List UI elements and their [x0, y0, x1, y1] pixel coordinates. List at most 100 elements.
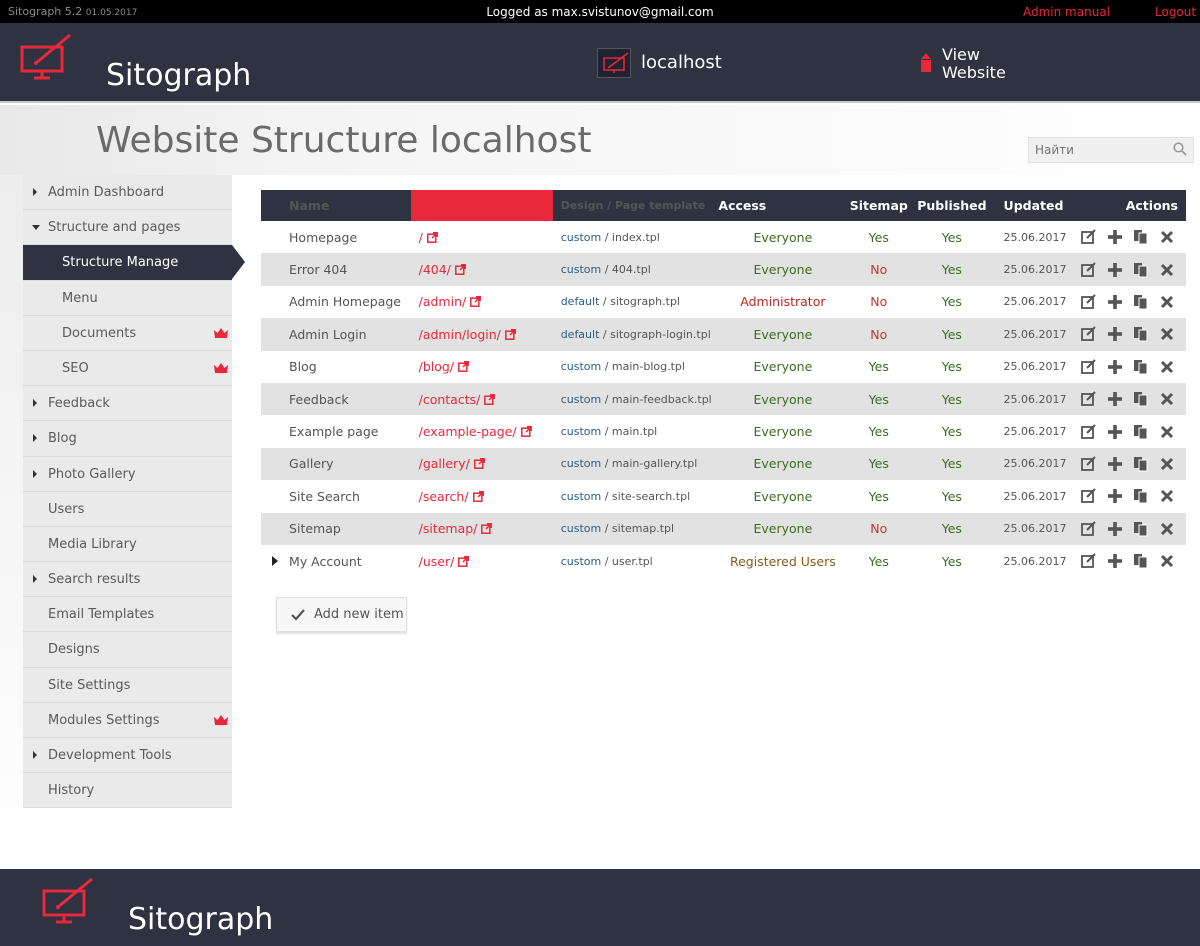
- header-updated[interactable]: Updated: [994, 190, 1080, 221]
- add-child-icon[interactable]: [1106, 390, 1124, 408]
- sidebar-item-blog[interactable]: Blog: [23, 421, 232, 457]
- copy-icon[interactable]: [1132, 293, 1150, 311]
- external-link-icon[interactable]: [520, 426, 532, 437]
- delete-icon[interactable]: [1158, 293, 1176, 311]
- url-link[interactable]: /admin/login/: [419, 327, 501, 342]
- delete-icon[interactable]: [1158, 487, 1176, 505]
- edit-icon[interactable]: [1080, 228, 1098, 246]
- sidebar-item-email-templates[interactable]: Email Templates: [23, 597, 232, 633]
- copy-icon[interactable]: [1132, 325, 1150, 343]
- sidebar-item-photo-gallery[interactable]: Photo Gallery: [23, 456, 232, 492]
- table-row[interactable]: My Account/user/custom / user.tpl Registe…: [261, 545, 1186, 577]
- url-link[interactable]: /example-page/: [419, 424, 517, 439]
- copy-icon[interactable]: [1132, 552, 1150, 570]
- cell-name[interactable]: Blog: [289, 351, 411, 383]
- add-child-icon[interactable]: [1106, 487, 1124, 505]
- delete-icon[interactable]: [1158, 520, 1176, 538]
- delete-icon[interactable]: [1158, 390, 1176, 408]
- add-child-icon[interactable]: [1106, 293, 1124, 311]
- logo[interactable]: Sitograph: [20, 33, 251, 93]
- add-child-icon[interactable]: [1106, 455, 1124, 473]
- add-child-icon[interactable]: [1106, 423, 1124, 441]
- edit-icon[interactable]: [1080, 423, 1098, 441]
- sidebar-item-media-library[interactable]: Media Library: [23, 526, 232, 563]
- cell-name[interactable]: Homepage: [289, 221, 411, 253]
- table-row[interactable]: Gallery/gallery/custom / main-gallery.tp…: [261, 447, 1186, 481]
- external-link-icon[interactable]: [473, 458, 485, 470]
- table-row[interactable]: Feedback/contacts/custom / main-feedback…: [261, 382, 1186, 416]
- external-link-icon[interactable]: [458, 555, 470, 567]
- sidebar-item-menu[interactable]: Menu: [23, 280, 232, 316]
- add-child-icon[interactable]: [1106, 228, 1124, 246]
- table-row[interactable]: Homepage / custom / index.tpl Everyone Yes Ye…: [261, 221, 1186, 253]
- sidebar-item-documents[interactable]: Documents: [23, 315, 232, 351]
- cell-name[interactable]: My Account: [289, 545, 411, 577]
- add-child-icon[interactable]: [1106, 325, 1124, 343]
- footer-logo[interactable]: Sitograph: [42, 877, 273, 937]
- url-link[interactable]: /blog/: [419, 359, 454, 374]
- table-row[interactable]: Blog/blog/custom / main-blog.tpl Everyone…: [261, 351, 1186, 383]
- header-template[interactable]: Design / Page template: [553, 190, 719, 221]
- copy-icon[interactable]: [1132, 487, 1150, 505]
- delete-icon[interactable]: [1158, 261, 1176, 279]
- add-child-icon[interactable]: [1106, 261, 1124, 279]
- cell-name[interactable]: Admin Login: [289, 318, 411, 350]
- delete-icon[interactable]: [1158, 455, 1176, 473]
- table-row[interactable]: Error 404/404/custom / 404.tpl Everyone No…: [261, 253, 1186, 286]
- sidebar-item-feedback[interactable]: Feedback: [23, 386, 232, 422]
- add-child-icon[interactable]: [1106, 552, 1124, 570]
- sidebar-item-search-results[interactable]: Search results: [23, 562, 232, 598]
- edit-icon[interactable]: [1080, 261, 1098, 279]
- edit-icon[interactable]: [1080, 487, 1098, 505]
- edit-icon[interactable]: [1080, 552, 1098, 570]
- sidebar-item-admin-dashboard[interactable]: Admin Dashboard: [23, 175, 232, 211]
- copy-icon[interactable]: [1132, 358, 1150, 376]
- external-link-icon[interactable]: [472, 490, 484, 502]
- edit-icon[interactable]: [1080, 293, 1098, 311]
- sidebar-item-structure-manage[interactable]: Structure Manage: [23, 245, 245, 281]
- sidebar-item-modules-settings[interactable]: Modules Settings: [23, 702, 232, 738]
- external-link-icon[interactable]: [458, 361, 469, 373]
- expand-row-icon[interactable]: [272, 555, 279, 566]
- external-link-icon[interactable]: [470, 296, 482, 308]
- table-row[interactable]: Sitemap/sitemap/custom / sitemap.tpl Ever…: [261, 512, 1186, 545]
- search-icon[interactable]: [1173, 142, 1187, 156]
- delete-icon[interactable]: [1158, 228, 1176, 246]
- view-website-link[interactable]: View Website: [942, 46, 1022, 82]
- edit-icon[interactable]: [1080, 520, 1098, 538]
- external-link-icon[interactable]: [504, 328, 516, 340]
- header-url[interactable]: URL ↓: [410, 190, 553, 221]
- add-child-icon[interactable]: [1106, 520, 1124, 538]
- cell-name[interactable]: Gallery: [289, 448, 411, 480]
- copy-icon[interactable]: [1132, 423, 1150, 441]
- copy-icon[interactable]: [1132, 520, 1150, 538]
- url-link[interactable]: /admin/: [419, 294, 467, 309]
- sidebar-item-history[interactable]: History: [23, 773, 232, 809]
- external-link-icon[interactable]: [454, 264, 466, 276]
- copy-icon[interactable]: [1132, 261, 1150, 279]
- sidebar-item-site-settings[interactable]: Site Settings: [23, 667, 232, 703]
- sidebar-item-seo[interactable]: SEO: [23, 350, 232, 387]
- delete-icon[interactable]: [1158, 325, 1176, 343]
- delete-icon[interactable]: [1158, 358, 1176, 376]
- sidebar-item-development-tools[interactable]: Development Tools: [23, 738, 232, 774]
- cell-name[interactable]: Sitemap: [289, 513, 411, 545]
- url-link[interactable]: /gallery/: [419, 456, 470, 471]
- url-link[interactable]: /404/: [419, 262, 451, 277]
- admin-manual-link[interactable]: Admin manual: [1023, 5, 1110, 19]
- url-link[interactable]: /: [419, 230, 423, 245]
- edit-icon[interactable]: [1080, 325, 1098, 343]
- add-child-icon[interactable]: [1106, 358, 1124, 376]
- url-link[interactable]: /user/: [419, 554, 455, 569]
- sidebar-item-users[interactable]: Users: [23, 491, 232, 527]
- header-access[interactable]: Access: [718, 190, 847, 221]
- header-name[interactable]: Name: [289, 190, 411, 221]
- delete-icon[interactable]: [1158, 552, 1176, 570]
- logout-link[interactable]: Logout: [1155, 5, 1196, 19]
- delete-icon[interactable]: [1158, 423, 1176, 441]
- cell-name[interactable]: Site Search: [289, 480, 411, 512]
- header-sitemap[interactable]: Sitemap: [847, 190, 910, 221]
- table-row[interactable]: Admin Login/admin/login/default / sitogr…: [261, 318, 1186, 351]
- table-row[interactable]: Admin Homepage/admin/default / sitograph…: [261, 286, 1186, 318]
- add-new-item-button[interactable]: Add new item: [276, 597, 407, 632]
